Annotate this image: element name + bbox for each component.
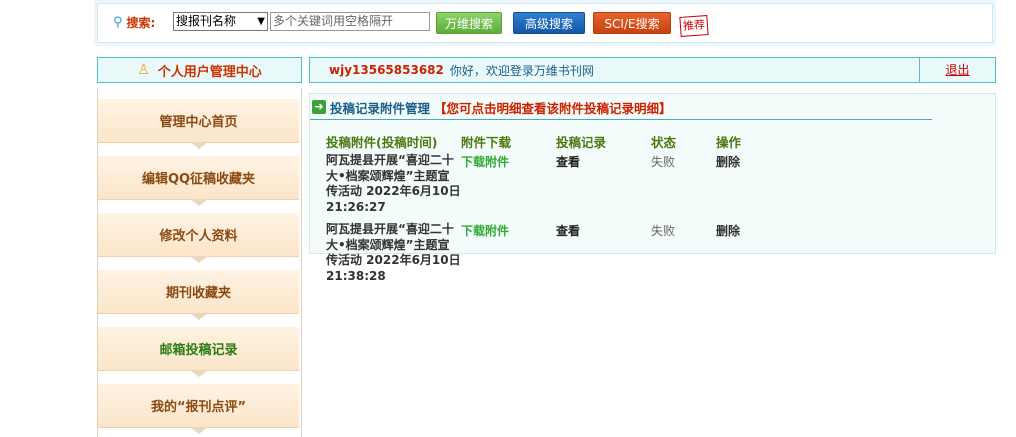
search-bar: ⚲ 搜索: 搜报刊名称 ▼ 多个关键词用空格隔开 万维搜索 高级搜索 SCI/E… [97,3,993,43]
welcome-bar: wjy13565853682 你好，欢迎登录万维书刊网 退出 [309,57,996,83]
column-header-action: 操作 [716,135,742,150]
view-record-link[interactable]: 查看 [556,153,580,170]
search-input[interactable]: 多个关键词用空格隔开 [270,12,430,31]
pointer-icon [190,256,208,263]
sidebar-item-home[interactable]: 管理中心首页 [98,99,299,149]
pointer-icon [190,142,208,149]
pointer-icon [190,370,208,377]
sci-search-button[interactable]: SCI/E搜索 [593,12,671,34]
user-center-header: ♙ 个人用户管理中心 [97,57,302,83]
advanced-search-button[interactable]: 高级搜索 [513,12,585,34]
logout-link[interactable]: 退出 [919,58,995,82]
attachments-panel: ➜ 投稿记录附件管理 【您可点击明细查看该附件投稿记录明细】 投稿附件(投稿时间… [309,93,996,283]
panel-title: ➜ 投稿记录附件管理 【您可点击明细查看该附件投稿记录明细】 [312,98,672,116]
sidebar-item-reviews[interactable]: 我的“报刊点评” [98,384,299,434]
sidebar-item-qq-favorites[interactable]: 编辑QQ征稿收藏夹 [98,156,299,206]
download-link[interactable]: 下载附件 [461,222,509,239]
status-text: 失败 [651,155,676,169]
sidebar-item-email-submissions[interactable]: 邮箱投稿记录 [98,327,299,377]
status-text: 失败 [651,224,676,238]
delete-link[interactable]: 删除 [716,153,740,170]
sidebar-item-journal-favorites[interactable]: 期刊收藏夹 [98,270,299,320]
chevron-down-icon: ▼ [257,16,265,27]
view-record-link[interactable]: 查看 [556,222,580,239]
recommend-stamp[interactable]: 推荐 [679,15,709,37]
wanwei-search-button[interactable]: 万维搜索 [436,12,502,34]
column-header-attachment: 投稿附件(投稿时间) [326,135,438,150]
download-link[interactable]: 下载附件 [461,153,509,170]
panel-hint: 【您可点击明细查看该附件投稿记录明细】 [434,100,672,116]
pointer-icon [190,199,208,206]
user-icon: ♙ [137,62,150,78]
attachment-name: 阿瓦提县开展“喜迎二十大•档案颂辉煌”主题宣传活动 2022年6月10日21:2… [326,153,461,214]
column-header-download: 附件下载 [461,135,512,150]
divider [310,119,932,120]
sidebar-item-profile[interactable]: 修改个人资料 [98,213,299,263]
sidebar: 管理中心首页 编辑QQ征稿收藏夹 修改个人资料 期刊收藏夹 邮箱投稿记录 我的“… [97,88,302,437]
pointer-icon [190,313,208,320]
delete-link[interactable]: 删除 [716,222,740,239]
pointer-icon [190,427,208,434]
search-icon: ⚲ [113,15,123,30]
arrow-right-icon: ➜ [312,100,326,114]
search-label: ⚲ 搜索: [113,15,156,30]
column-header-status: 状态 [651,135,677,150]
attachment-name: 阿瓦提县开展“喜迎二十大•档案颂辉煌”主题宣传活动 2022年6月10日21:3… [326,222,461,283]
column-header-record: 投稿记录 [556,135,607,150]
welcome-text: 你好，欢迎登录万维书刊网 [449,63,594,78]
username: wjy13565853682 [329,63,444,77]
search-type-select[interactable]: 搜报刊名称 ▼ [173,12,268,31]
